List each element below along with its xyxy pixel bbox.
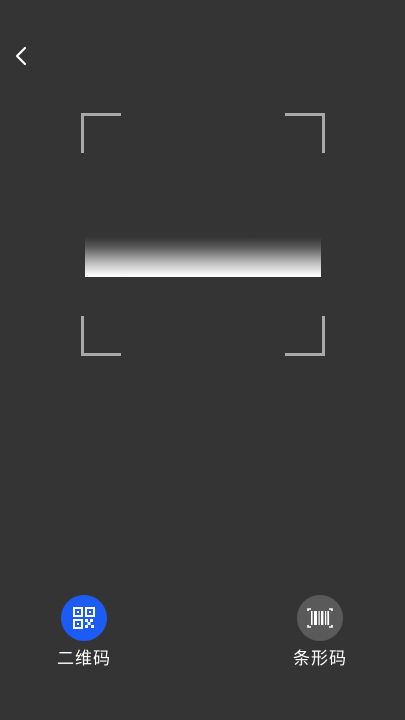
barcode-mode-label: 条形码 [293,649,347,669]
qr-code-mode-circle [61,595,107,641]
chevron-left-icon [15,46,27,66]
barcode-icon [307,608,333,628]
back-button[interactable] [10,44,34,68]
qr-code-icon [73,607,95,629]
scan-frame-corner-bottom-right [285,316,325,356]
qr-code-mode-button[interactable]: 二维码 [39,595,129,669]
scan-frame-corner-top-right [285,113,325,153]
scan-frame-corner-bottom-left [81,316,121,356]
qr-code-mode-label: 二维码 [57,649,111,669]
barcode-mode-button[interactable]: 条形码 [275,595,365,669]
scan-frame [81,113,325,356]
scan-frame-corner-top-left [81,113,121,153]
scan-line [85,237,321,277]
barcode-mode-circle [297,595,343,641]
